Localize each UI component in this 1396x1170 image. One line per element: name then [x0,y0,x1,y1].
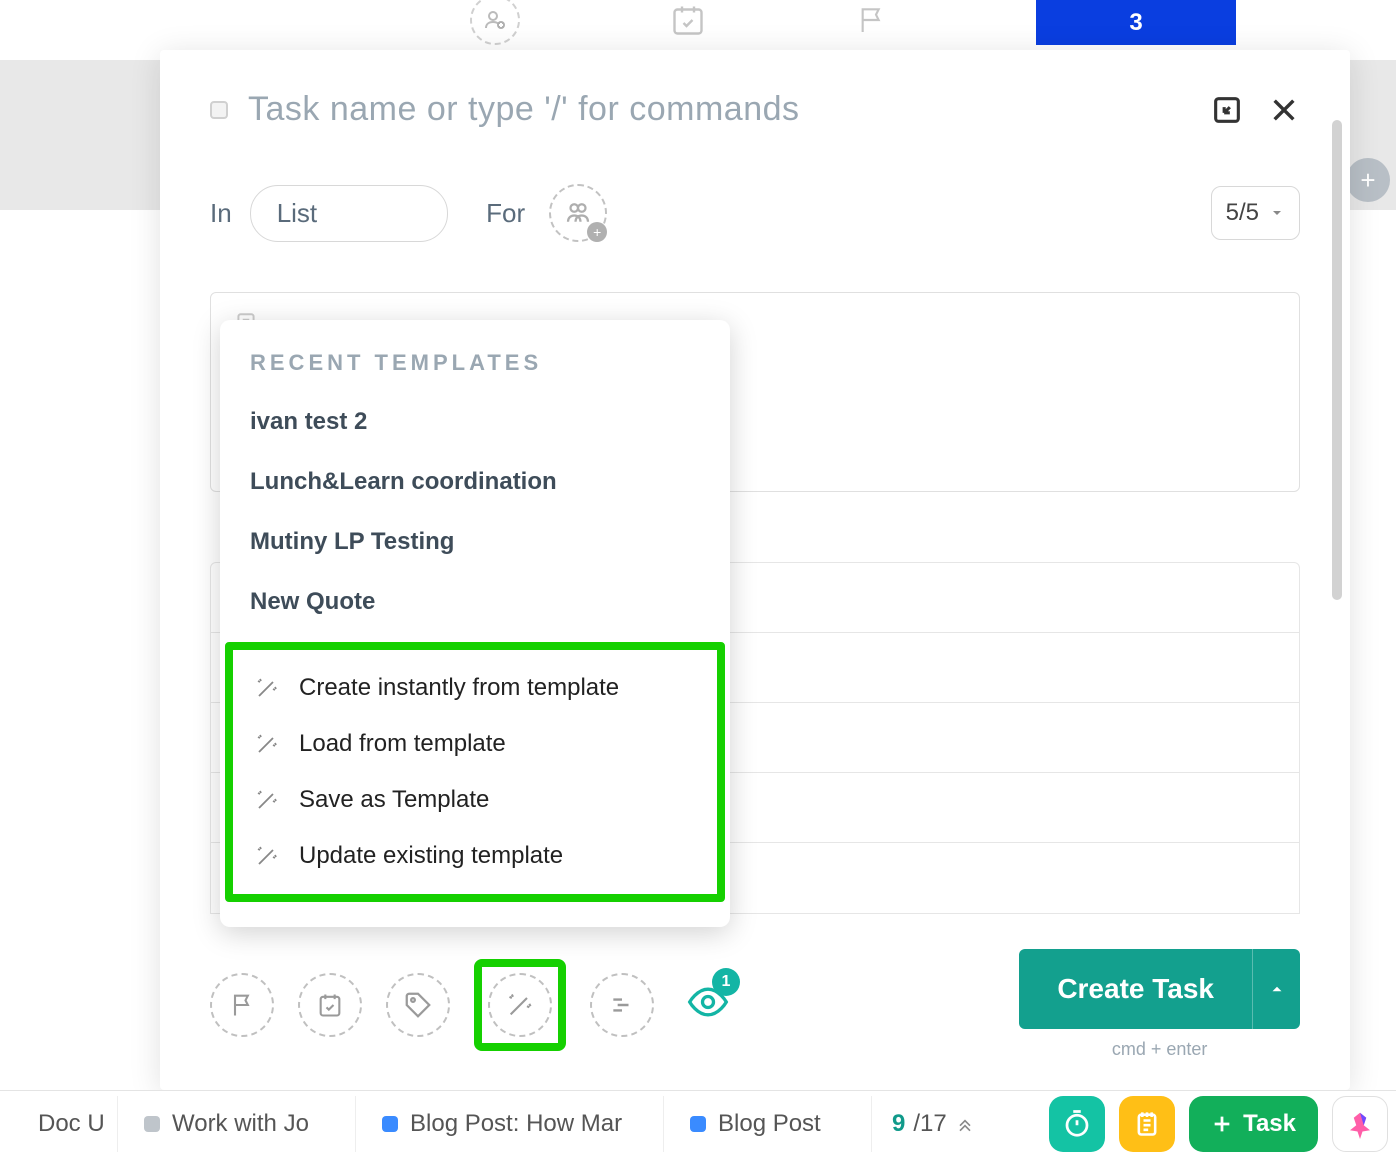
assignee-add-plus-icon: + [587,222,607,242]
taskbar-item-label: Blog Post: How Mar [410,1110,622,1138]
taskbar-item-label: Doc U [38,1110,105,1138]
template-recent-item[interactable]: Lunch&Learn coordination [220,452,730,512]
top-count-badge[interactable]: 3 [1036,0,1236,45]
add-widget-icon[interactable]: + [1346,158,1390,202]
for-label: For [486,198,525,229]
template-dropdown: RECENT TEMPLATES ivan test 2 Lunch&Learn… [220,320,730,927]
wand-icon [255,844,279,868]
apps-button-icon[interactable] [1332,1096,1388,1152]
task-name-input[interactable] [248,90,1190,129]
date-calendar-icon[interactable] [298,973,362,1037]
status-dot-icon [144,1116,160,1132]
tags-tag-icon[interactable] [386,973,450,1037]
in-label: In [210,198,232,229]
wand-icon [255,788,279,812]
taskbar-item[interactable]: Doc U [8,1096,118,1152]
update-template-action[interactable]: Update existing template [233,828,717,884]
wand-icon [255,676,279,700]
add-assignee-top-icon[interactable] [470,0,520,45]
assignee-picker-icon[interactable]: + [549,184,607,242]
bottom-taskbar: Doc U Work with Jo Blog Post: How Mar Bl… [0,1090,1396,1156]
watchers-count-badge: 1 [712,968,740,996]
template-recent-item[interactable]: New Quote [220,572,730,632]
taskbar-count-current: 9 [892,1110,905,1138]
taskbar-item[interactable]: Work with Jo [126,1096,356,1152]
calendar-check-icon[interactable] [670,2,706,38]
new-task-label: Task [1243,1110,1296,1138]
template-recent-item[interactable]: ivan test 2 [220,392,730,452]
dropdown-header: RECENT TEMPLATES [220,350,730,392]
template-actions-highlight: Create instantly from template Load from… [225,642,725,902]
template-recent-item[interactable]: Mutiny LP Testing [220,512,730,572]
status-dot-icon [382,1116,398,1132]
caret-down-icon [1269,205,1285,221]
create-task-caret-icon[interactable] [1252,949,1300,1029]
taskbar-item-label: Work with Jo [172,1110,309,1138]
flag-icon[interactable] [856,4,888,36]
priority-flag-icon[interactable] [210,973,274,1037]
close-icon[interactable] [1268,94,1300,126]
watchers-eye-icon[interactable]: 1 [686,980,730,1029]
list-selector[interactable]: List [250,185,448,242]
taskbar-item[interactable]: Blog Post [672,1096,872,1152]
field-counter-value: 5/5 [1226,199,1259,227]
action-label: Save as Template [299,786,489,814]
status-dot-icon [690,1116,706,1132]
field-counter[interactable]: 5/5 [1211,186,1300,240]
taskbar-counter[interactable]: 9 /17 [880,1110,987,1138]
subtasks-icon[interactable] [590,973,654,1037]
wand-icon [255,732,279,756]
taskbar-item[interactable]: Blog Post: How Mar [364,1096,664,1152]
template-wand-highlight [474,959,566,1051]
notepad-button-icon[interactable] [1119,1096,1175,1152]
create-task-modal: In List For + 5/5 [160,50,1350,1090]
action-label: Update existing template [299,842,563,870]
chevron-double-up-icon [955,1114,975,1134]
taskbar-count-total: /17 [913,1110,946,1138]
create-from-template-action[interactable]: Create instantly from template [233,660,717,716]
action-label: Load from template [299,730,506,758]
modal-bottom-toolbar: 1 Create Task cmd + enter [210,949,1300,1060]
create-hint: cmd + enter [1019,1039,1300,1060]
create-task-button[interactable]: Create Task [1019,949,1252,1029]
top-toolbar [470,0,888,40]
open-external-icon[interactable] [1210,93,1244,127]
load-from-template-action[interactable]: Load from template [233,716,717,772]
save-as-template-action[interactable]: Save as Template [233,772,717,828]
new-task-button[interactable]: Task [1189,1096,1318,1152]
template-wand-icon[interactable] [488,973,552,1037]
plus-icon [1211,1113,1233,1135]
timer-button-icon[interactable] [1049,1096,1105,1152]
taskbar-item-label: Blog Post [718,1110,821,1138]
status-square-icon[interactable] [210,101,228,119]
action-label: Create instantly from template [299,674,619,702]
